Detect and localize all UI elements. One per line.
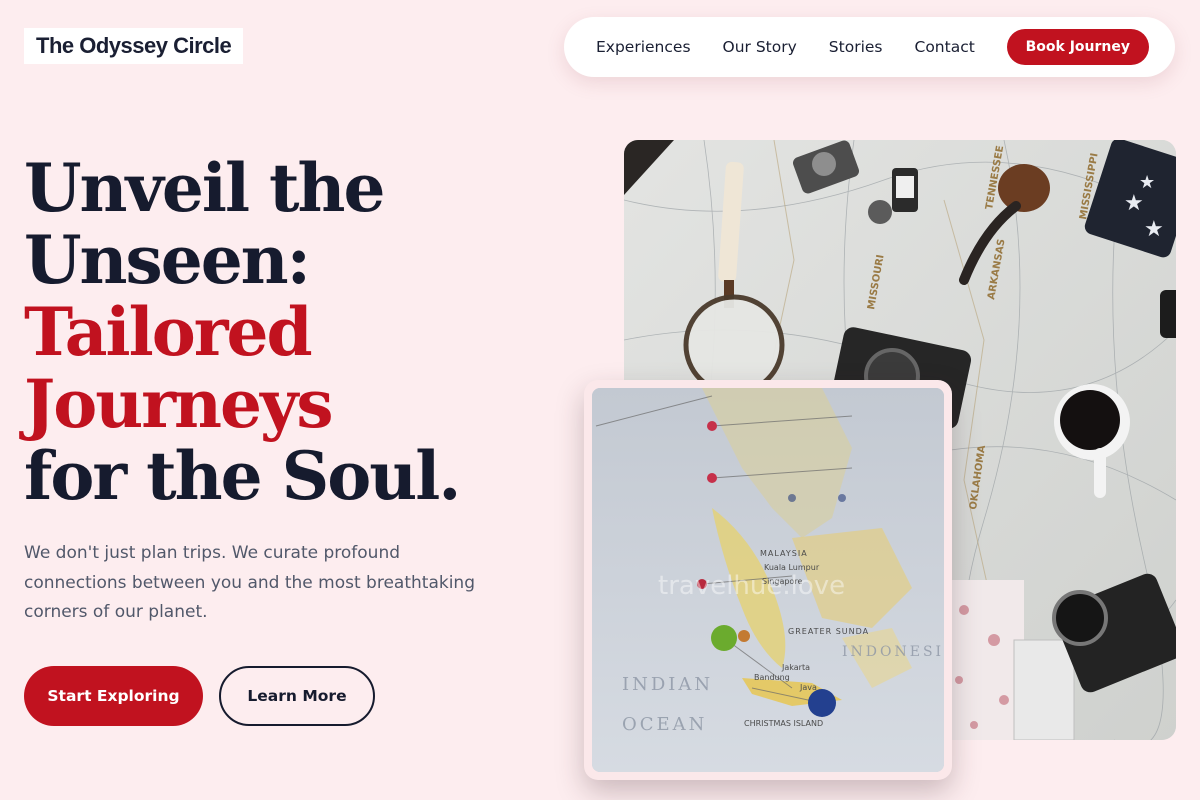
- pinned-map-card: MALAYSIA Kuala Lumpur Singapore Jakarta …: [584, 380, 952, 780]
- svg-text:★: ★: [1139, 172, 1155, 193]
- nav-link-experiences[interactable]: Experiences: [596, 38, 691, 56]
- start-exploring-button[interactable]: Start Exploring: [24, 666, 203, 726]
- svg-text:★: ★: [1144, 217, 1164, 242]
- nav-link-contact[interactable]: Contact: [915, 38, 975, 56]
- map-label: GREATER SUNDA: [788, 627, 869, 636]
- book-journey-button[interactable]: Book Journey: [1006, 29, 1149, 65]
- map-label: Java: [799, 683, 817, 692]
- pinned-map-image: MALAYSIA Kuala Lumpur Singapore Jakarta …: [592, 388, 944, 772]
- map-label: CHRISTMAS ISLAND: [744, 719, 823, 728]
- svg-text:★: ★: [1124, 191, 1144, 216]
- map-label: Jakarta: [781, 663, 810, 672]
- map-label: OCEAN: [622, 714, 707, 735]
- map-label: Bandung: [754, 673, 790, 682]
- hero-title: Unveil the Unseen: Tailored Journeys for…: [24, 152, 584, 512]
- map-label: MALAYSIA: [760, 549, 808, 558]
- nav-link-stories[interactable]: Stories: [829, 38, 883, 56]
- brand-logo[interactable]: The Odyssey Circle: [24, 28, 244, 64]
- map-label: INDIAN: [622, 674, 713, 695]
- hero-title-line: Unveil the: [24, 149, 385, 227]
- nav-link-our-story[interactable]: Our Story: [723, 38, 797, 56]
- hero-title-accent-line: Tailored: [24, 293, 313, 371]
- hero-subtitle: We don't just plan trips. We curate prof…: [24, 543, 475, 622]
- hero-title-line: for the Soul.: [24, 437, 461, 515]
- hero-title-line: Unseen:: [24, 221, 311, 299]
- learn-more-button[interactable]: Learn More: [219, 666, 375, 726]
- main-nav: Experiences Our Story Stories Contact Bo…: [564, 17, 1175, 77]
- hero-title-accent-line: Journeys: [24, 365, 334, 443]
- map-label: INDONESIA: [842, 644, 944, 660]
- image-watermark: travelhue.love: [658, 571, 845, 601]
